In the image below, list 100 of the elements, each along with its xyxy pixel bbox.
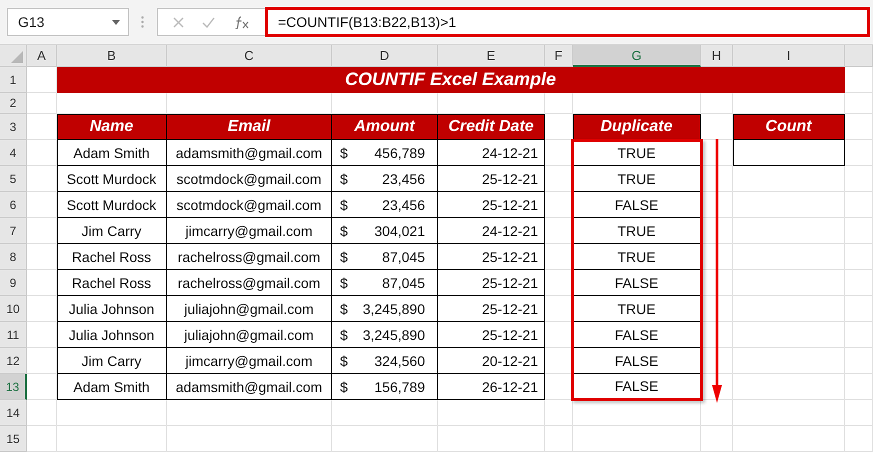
row-header[interactable]: 9 [0, 270, 27, 296]
empty-cell[interactable] [845, 218, 873, 244]
amount-value: 304,021 [374, 222, 425, 238]
table-cell: Scott Murdock [57, 192, 167, 218]
empty-cell[interactable] [332, 426, 438, 452]
empty-cell[interactable] [438, 400, 545, 426]
function-icon[interactable] [234, 16, 250, 28]
row-header[interactable]: 11 [0, 322, 27, 348]
empty-cell[interactable] [167, 426, 332, 452]
empty-cell[interactable] [57, 426, 167, 452]
row-header[interactable]: 4 [0, 140, 27, 166]
check-icon[interactable] [202, 16, 216, 28]
empty-cell[interactable] [545, 93, 573, 114]
table-cell: Adam Smith [57, 374, 167, 400]
empty-cell[interactable] [573, 400, 701, 426]
empty-cell[interactable] [845, 374, 873, 400]
empty-cell[interactable] [701, 192, 733, 218]
empty-cell[interactable] [57, 400, 167, 426]
table-cell: FALSE [573, 374, 701, 400]
row-header[interactable]: 3 [0, 114, 27, 140]
column-header[interactable]: F [545, 45, 573, 67]
table-cell: scotmdock@gmail.com [167, 192, 332, 218]
column-header[interactable]: H [701, 45, 733, 67]
empty-cell[interactable] [701, 400, 733, 426]
table-cell: juliajohn@gmail.com [167, 322, 332, 348]
column-header[interactable]: A [27, 45, 57, 67]
column-header[interactable]: C [167, 45, 332, 67]
empty-cell[interactable] [701, 374, 733, 400]
empty-cell[interactable] [733, 400, 845, 426]
empty-cell[interactable] [701, 322, 733, 348]
table-cell: 25-12-21 [438, 296, 545, 322]
row-header[interactable]: 7 [0, 218, 27, 244]
table-cell: FALSE [573, 192, 701, 218]
input-cell[interactable] [733, 140, 845, 166]
empty-cell[interactable] [545, 400, 573, 426]
row-header[interactable]: 5 [0, 166, 27, 192]
empty-cell[interactable] [733, 244, 845, 270]
formula-field[interactable]: =COUNTIF(B13:B22,B13)>1 [265, 7, 870, 37]
empty-cell[interactable] [701, 244, 733, 270]
table-cell: TRUE [573, 140, 701, 166]
empty-cell[interactable] [701, 166, 733, 192]
table-cell: 25-12-21 [438, 244, 545, 270]
empty-cell[interactable] [733, 296, 845, 322]
empty-cell[interactable] [701, 270, 733, 296]
empty-cell[interactable] [573, 426, 701, 452]
column-header[interactable]: G [573, 45, 701, 67]
table-cell: TRUE [573, 166, 701, 192]
row-header[interactable]: 6 [0, 192, 27, 218]
empty-cell[interactable] [845, 192, 873, 218]
table-cell: adamsmith@gmail.com [167, 374, 332, 400]
empty-cell[interactable] [701, 348, 733, 374]
empty-cell[interactable] [701, 426, 733, 452]
table-cell: scotmdock@gmail.com [167, 166, 332, 192]
row-header[interactable]: 12 [0, 348, 27, 374]
empty-cell[interactable] [733, 374, 845, 400]
empty-cell[interactable] [845, 270, 873, 296]
row-header[interactable]: 14 [0, 400, 27, 426]
table-cell: Jim Carry [57, 218, 167, 244]
empty-cell[interactable] [701, 93, 733, 114]
column-header[interactable]: I [733, 45, 845, 67]
empty-cell[interactable] [545, 426, 573, 452]
table-cell: FALSE [573, 348, 701, 374]
table-cell: 25-12-21 [438, 192, 545, 218]
empty-cell[interactable] [733, 218, 845, 244]
empty-cell[interactable] [701, 296, 733, 322]
empty-cell[interactable] [845, 166, 873, 192]
row-header[interactable]: 8 [0, 244, 27, 270]
table-cell: jimcarry@gmail.com [167, 348, 332, 374]
empty-cell[interactable] [701, 140, 733, 166]
empty-cell[interactable] [167, 400, 332, 426]
table-cell: TRUE [573, 244, 701, 270]
empty-cell[interactable] [733, 348, 845, 374]
column-header[interactable]: D [332, 45, 438, 67]
name-box[interactable]: G13 [7, 8, 129, 36]
empty-cell[interactable] [845, 93, 873, 114]
empty-cell[interactable] [733, 322, 845, 348]
empty-cell[interactable] [845, 140, 873, 166]
empty-cell[interactable] [733, 270, 845, 296]
empty-cell[interactable] [701, 218, 733, 244]
empty-cell[interactable] [845, 400, 873, 426]
empty-cell[interactable] [733, 192, 845, 218]
empty-cell[interactable] [845, 244, 873, 270]
row-header[interactable]: 15 [0, 426, 27, 452]
empty-cell[interactable] [332, 400, 438, 426]
empty-cell[interactable] [733, 166, 845, 192]
row-header[interactable]: 13 [0, 374, 27, 400]
row-header[interactable]: 1 [0, 67, 27, 93]
empty-cell[interactable] [845, 426, 873, 452]
table-cell: Julia Johnson [57, 322, 167, 348]
currency-symbol: $ [340, 300, 348, 316]
row-header[interactable]: 10 [0, 296, 27, 322]
column-header[interactable]: B [57, 45, 167, 67]
column-header[interactable]: E [438, 45, 545, 67]
empty-cell[interactable] [845, 348, 873, 374]
cancel-icon[interactable] [173, 16, 184, 28]
empty-cell[interactable] [733, 426, 845, 452]
empty-cell[interactable] [845, 322, 873, 348]
empty-cell[interactable] [438, 426, 545, 452]
empty-cell[interactable] [845, 296, 873, 322]
row-header[interactable]: 2 [0, 93, 27, 114]
